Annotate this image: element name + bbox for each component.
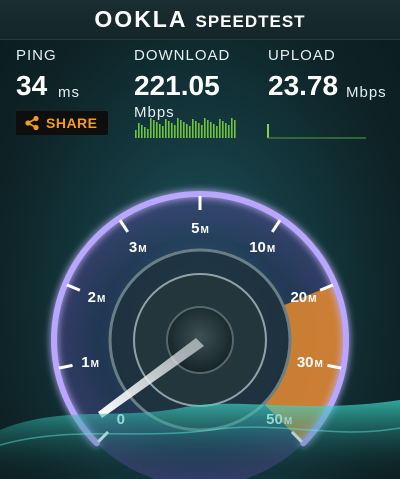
ping-value: 34 (16, 70, 48, 101)
download-graph-bar (204, 118, 206, 138)
download-graph-bar (168, 121, 170, 138)
download-graph-bar (216, 126, 218, 138)
download-graph-bar (165, 119, 167, 138)
download-graph-bar (198, 123, 200, 138)
download-graph-bar (228, 125, 230, 138)
download-graph-bar (177, 118, 179, 138)
download-graph-bar (138, 123, 140, 138)
download-graph-bar (231, 118, 233, 138)
upload-label: UPLOAD (268, 47, 336, 64)
download-graph-bar (219, 119, 221, 138)
download-graph-bar (162, 126, 164, 138)
download-graph-bar (150, 118, 152, 138)
upload-unit: Mbps (346, 84, 387, 101)
brand-ookla: OOKLA (94, 6, 188, 32)
download-graph-bar (171, 123, 173, 138)
download-graph-bar (156, 122, 158, 138)
download-graph-bar (144, 127, 146, 138)
app-header: OOKLA SPEEDTEST (0, 0, 400, 40)
download-graph-bar (180, 120, 182, 138)
download-graph-bar (174, 125, 176, 138)
download-graph-bar (201, 125, 203, 138)
speed-gauge: 01M2M3M5M10M20M30M50M (0, 191, 400, 479)
wave-decoration (0, 400, 400, 479)
upload-speed-graph (267, 124, 366, 139)
upload-value: 23.78 (268, 70, 339, 101)
download-graph-bar (141, 125, 143, 138)
download-graph-bar (210, 122, 212, 138)
download-graph-bar (225, 123, 227, 138)
ping-unit: ms (58, 84, 80, 101)
download-graph-bar (213, 124, 215, 138)
share-label: SHARE (46, 115, 98, 131)
download-graph-bar (186, 124, 188, 138)
brand-speedtest: SPEEDTEST (195, 12, 306, 31)
download-graph-bar (222, 121, 224, 138)
download-graph-bar (189, 126, 191, 138)
share-icon (25, 115, 39, 131)
download-graph-bar (195, 121, 197, 138)
download-graph-bar (207, 120, 209, 138)
brand-logo: OOKLA SPEEDTEST (94, 6, 305, 33)
download-speed-graph (135, 118, 236, 138)
download-graph-bar (192, 119, 194, 138)
share-button[interactable]: SHARE (16, 111, 108, 135)
download-graph-bar (234, 120, 236, 138)
download-label: DOWNLOAD (134, 47, 231, 64)
download-graph-bar (183, 122, 185, 138)
download-graph-bar (159, 124, 161, 138)
download-graph-bar (147, 129, 149, 138)
download-value: 221.05 (134, 70, 220, 101)
ping-label: PING (16, 47, 57, 64)
download-graph-bar (135, 130, 137, 138)
download-graph-bar (153, 120, 155, 138)
